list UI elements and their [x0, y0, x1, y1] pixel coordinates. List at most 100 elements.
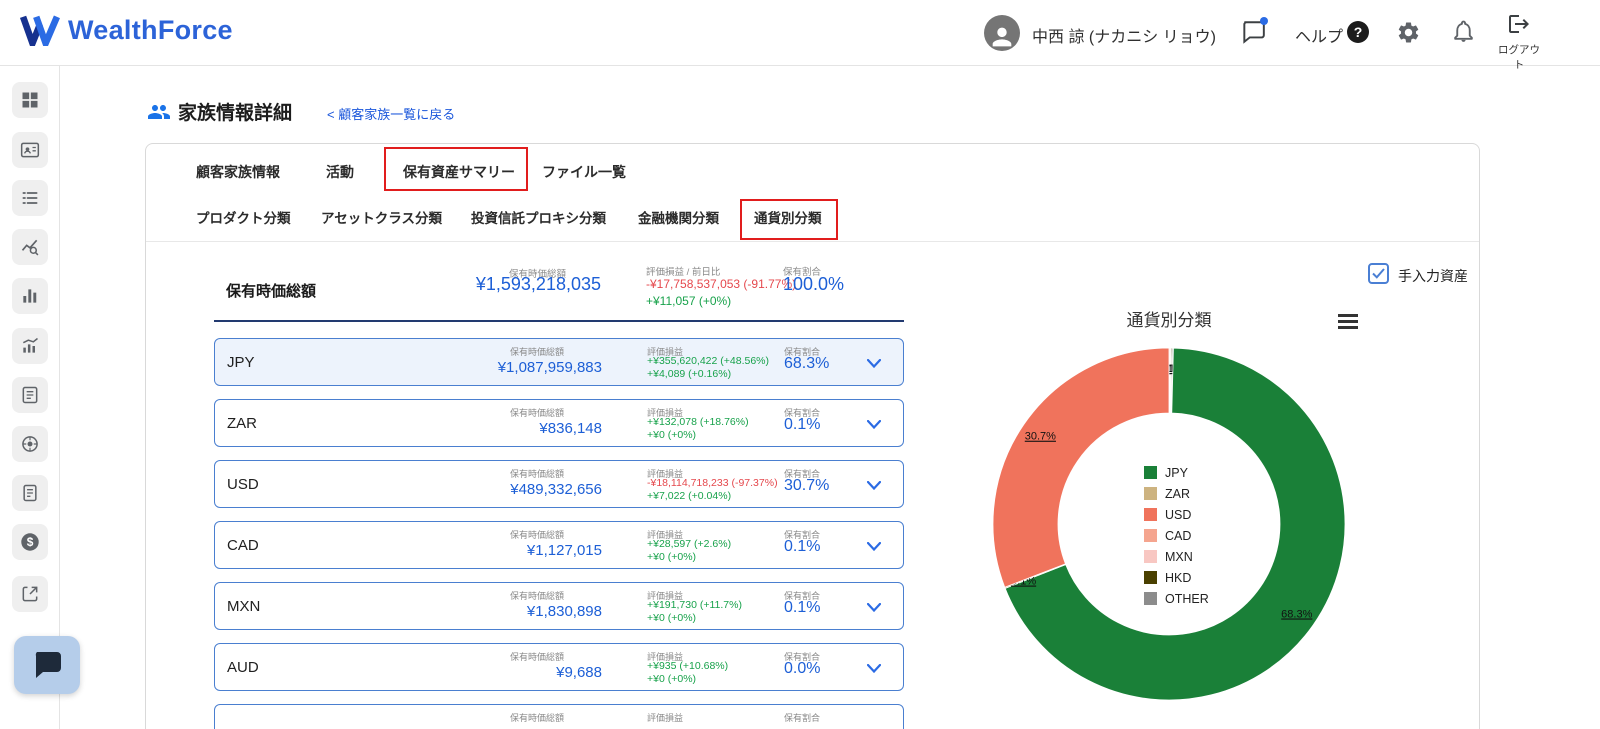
topbar: WealthForce 中西 諒 (ナカニシ リョウ) ヘルプ ? ログアウト — [0, 0, 1600, 71]
summary-total-value: ¥1,593,218,035 — [475, 274, 601, 294]
col-label-total: 保有時価総額 — [510, 713, 565, 723]
person-icon — [992, 27, 1012, 47]
legend-item-hkd[interactable]: HKD — [1144, 567, 1209, 588]
chevron-down-icon[interactable] — [867, 542, 881, 551]
legend-item-cad[interactable]: CAD — [1144, 525, 1209, 546]
row-pl-main: +¥191,730 (+11.7%) — [647, 599, 742, 611]
legend-label: ZAR — [1165, 486, 1190, 501]
subtab-institution[interactable]: 金融機関分類 — [638, 207, 719, 227]
sidebar-item-contacts[interactable] — [12, 132, 48, 168]
legend-item-mxn[interactable]: MXN — [1144, 546, 1209, 567]
sidebar: $ — [0, 66, 60, 729]
chevron-down-icon[interactable] — [867, 603, 881, 612]
chevron-down-icon[interactable] — [867, 664, 881, 673]
legend-label: HKD — [1165, 570, 1192, 585]
currency-row-mxn[interactable]: MXN 保有時価総額 ¥1,830,898 評価損益 +¥191,730 (+1… — [214, 582, 904, 630]
chart-search-icon — [21, 239, 39, 256]
sidebar-item-bar-chart[interactable] — [12, 278, 48, 314]
messages-button[interactable] — [1240, 17, 1268, 50]
notes-icon — [23, 484, 37, 502]
sidebar-item-dashboard[interactable] — [12, 82, 48, 118]
subtab-asset-class[interactable]: アセットクラス分類 — [321, 207, 442, 227]
dollar-icon: $ — [21, 533, 39, 551]
legend-swatch — [1144, 571, 1157, 584]
legend-label: MXN — [1165, 549, 1193, 564]
summary-pl-label: 評価損益 / 前日比 — [646, 267, 721, 278]
sidebar-item-chart-search[interactable] — [12, 229, 48, 265]
notifications-button[interactable] — [1451, 19, 1476, 49]
subtab-currency[interactable]: 通貨別分類 — [754, 207, 822, 227]
row-pl-prev: +¥0 (+0%) — [647, 673, 697, 685]
row-pl-prev: +¥4,089 (+0.16%) — [647, 368, 732, 380]
col-label-pl: 評価損益 — [647, 713, 684, 723]
row-pl-main: +¥355,620,422 (+48.56%) — [647, 355, 770, 367]
row-pl-prev: +¥0 (+0%) — [647, 551, 697, 563]
chart-menu-icon[interactable] — [1338, 314, 1358, 332]
donut-slice-usd[interactable] — [992, 347, 1170, 588]
sidebar-item-list[interactable] — [12, 180, 48, 216]
page-title: 家族情報詳細 — [178, 103, 293, 124]
row-total-value: ¥9,688 — [556, 664, 602, 681]
slice-percent-label: 30.7% — [1025, 431, 1056, 443]
legend-item-other[interactable]: OTHER — [1144, 588, 1209, 609]
sidebar-item-notes[interactable] — [12, 475, 48, 511]
settings-button[interactable] — [1396, 20, 1421, 50]
user-name[interactable]: 中西 諒 (ナカニシ リョウ) — [1032, 23, 1216, 47]
export-icon — [22, 586, 38, 602]
manual-asset-label: 手入力資産 — [1398, 268, 1468, 284]
chevron-down-icon[interactable] — [867, 420, 881, 429]
list-icon — [22, 192, 38, 204]
brand-wealth: Wealth — [68, 14, 158, 45]
help-link[interactable]: ヘルプ — [1295, 23, 1343, 47]
brand-w-icon — [20, 15, 60, 46]
legend-item-jpy[interactable]: JPY — [1144, 462, 1209, 483]
row-total-value: ¥1,127,015 — [526, 542, 602, 559]
row-ratio-value: 68.3% — [784, 355, 830, 372]
currency-row-zar[interactable]: ZAR 保有時価総額 ¥836,148 評価損益 +¥132,078 (+18.… — [214, 399, 904, 447]
sidebar-item-export[interactable] — [12, 576, 48, 612]
summary-underline — [214, 320, 904, 322]
row-ratio-value: 0.0% — [784, 660, 821, 677]
currency-code: JPY — [227, 354, 255, 371]
currency-code: AUD — [227, 659, 259, 676]
currency-row-usd[interactable]: USD 保有時価総額 ¥489,332,656 評価損益 -¥18,114,71… — [214, 460, 904, 508]
sidebar-item-analytics[interactable] — [12, 328, 48, 364]
sidebar-item-currency[interactable]: $ — [12, 524, 48, 560]
sidebar-item-media[interactable] — [12, 426, 48, 462]
chevron-down-icon[interactable] — [867, 481, 881, 490]
chat-widget-launcher[interactable] — [14, 636, 80, 694]
col-label-total: 保有時価総額 — [510, 652, 565, 662]
legend-item-zar[interactable]: ZAR — [1144, 483, 1209, 504]
tab-activity[interactable]: 活動 — [326, 162, 354, 182]
logout-button[interactable]: ログアウト — [1493, 12, 1545, 72]
legend-swatch — [1144, 508, 1157, 521]
subtab-product[interactable]: プロダクト分類 — [196, 207, 291, 227]
chevron-down-icon[interactable] — [867, 359, 881, 368]
family-people-icon — [147, 100, 171, 129]
logout-icon — [1509, 15, 1529, 33]
tab-customer-family-info[interactable]: 顧客家族情報 — [196, 162, 280, 182]
col-label-total: 保有時価総額 — [510, 469, 565, 479]
analytics-chart-icon — [22, 337, 38, 353]
subtab-fund-proxy[interactable]: 投資信託プロキシ分類 — [471, 207, 606, 227]
brand-logo[interactable]: WealthForce — [20, 14, 233, 46]
sidebar-item-form[interactable] — [12, 377, 48, 413]
back-to-family-list-link[interactable]: < 顧客家族一覧に戻る — [327, 104, 455, 123]
currency-row-jpy[interactable]: JPY 保有時価総額 ¥1,087,959,883 評価損益 +¥355,620… — [214, 338, 904, 386]
notification-dot — [1260, 17, 1268, 25]
currency-row-cad[interactable]: CAD 保有時価総額 ¥1,127,015 評価損益 +¥28,597 (+2.… — [214, 521, 904, 569]
contact-card-icon — [20, 142, 40, 158]
help-question-icon[interactable]: ? — [1347, 21, 1369, 43]
currency-row-aud[interactable]: AUD 保有時価総額 ¥9,688 評価損益 +¥935 (+10.68%) +… — [214, 643, 904, 691]
tab-file-list[interactable]: ファイル一覧 — [542, 162, 626, 182]
legend-item-usd[interactable]: USD — [1144, 504, 1209, 525]
col-label-total: 保有時価総額 — [510, 591, 565, 601]
row-total-value: ¥836,148 — [539, 420, 602, 437]
row-pl-main: +¥28,597 (+2.6%) — [647, 538, 732, 550]
currency-row-partial[interactable]: 保有時価総額 評価損益 保有割合 — [214, 704, 904, 729]
manual-asset-checkbox[interactable] — [1368, 263, 1389, 284]
chart-legend: JPY ZAR USD CAD MXN HKD OTHER — [1144, 462, 1209, 609]
row-pl-prev: +¥7,022 (+0.04%) — [647, 490, 732, 502]
tab-asset-summary[interactable]: 保有資産サマリー — [403, 162, 515, 182]
avatar[interactable] — [984, 15, 1020, 51]
